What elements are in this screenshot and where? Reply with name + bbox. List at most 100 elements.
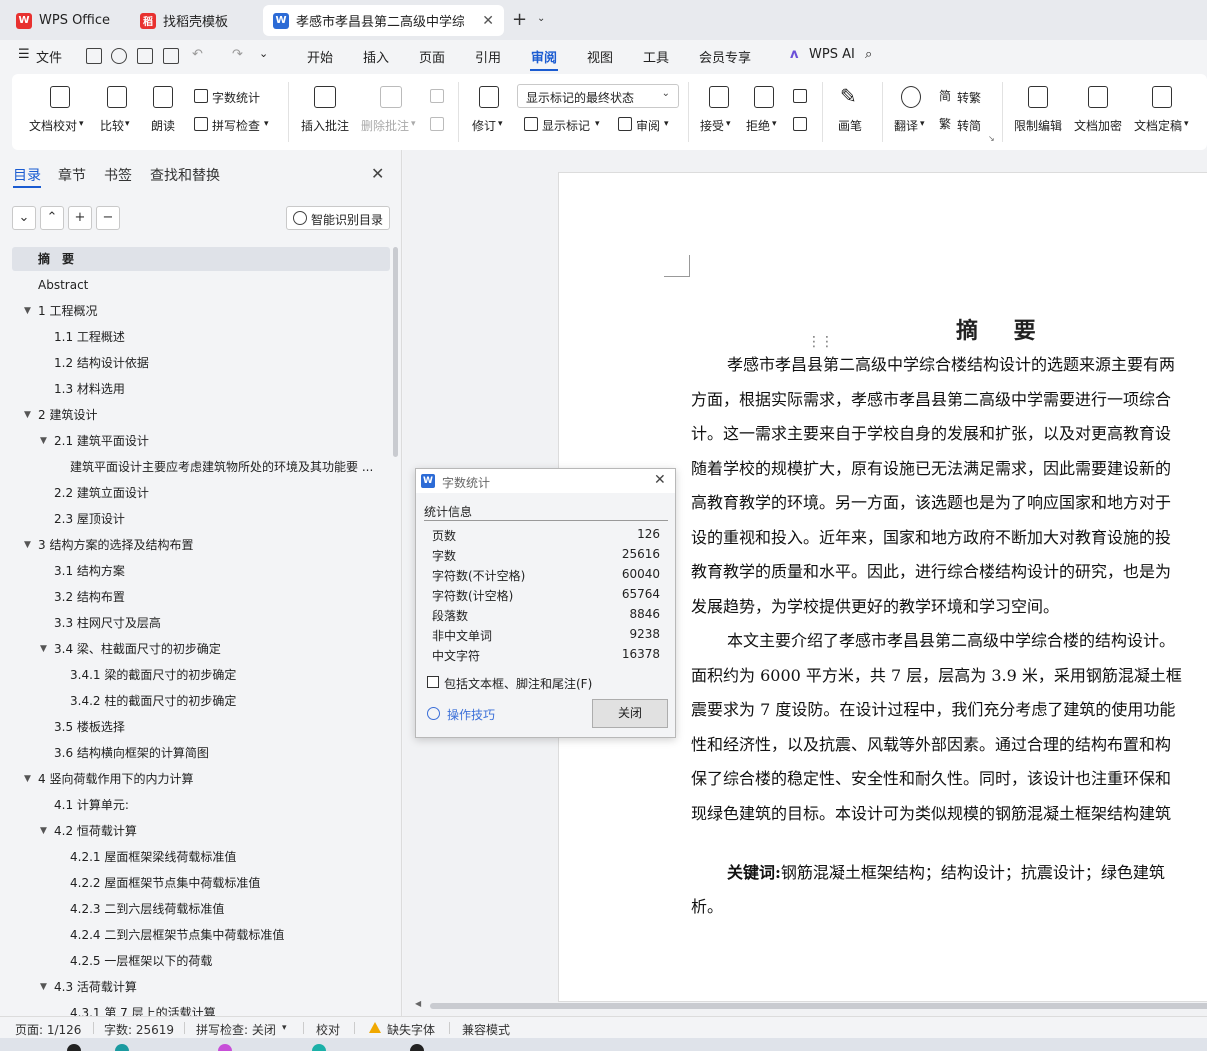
chevron-down-icon[interactable]: ⌄: [537, 13, 545, 24]
scroll-left-icon[interactable]: ◀: [415, 999, 421, 1008]
search-icon[interactable]: ⌕: [865, 47, 872, 62]
menu-page[interactable]: 页面: [419, 47, 445, 66]
compare-button[interactable]: 比较: [100, 117, 124, 134]
toc-item[interactable]: 4.2.2 屋面框架节点集中荷载标准值: [70, 872, 260, 894]
toc-item[interactable]: 2.3 屋顶设计: [54, 508, 125, 530]
save-icon[interactable]: [86, 48, 102, 64]
close-icon[interactable]: ✕: [371, 164, 384, 183]
accept-button[interactable]: 接受: [700, 117, 724, 134]
chevron-down-icon[interactable]: ▾: [125, 119, 130, 129]
proof-indicator[interactable]: 校对: [316, 1021, 340, 1038]
drag-handle-icon[interactable]: ⋮⋮: [807, 334, 834, 350]
tab-wps-office[interactable]: W WPS Office: [6, 5, 124, 36]
chevron-down-icon[interactable]: ▾: [264, 119, 269, 129]
hamburger-icon[interactable]: ☰: [18, 47, 30, 62]
tab-template[interactable]: 稻 找稻壳模板: [130, 5, 256, 36]
caret-down-icon[interactable]: ▼: [24, 540, 31, 550]
print-icon[interactable]: [137, 48, 153, 64]
undo-icon[interactable]: ↶: [192, 47, 203, 62]
toc-item[interactable]: 1.1 工程概述: [54, 326, 125, 348]
horizontal-scrollbar[interactable]: ◀: [415, 999, 1207, 1010]
toc-item[interactable]: 4.2.5 一层框架以下的荷载: [70, 950, 212, 972]
close-icon[interactable]: ✕: [654, 472, 666, 488]
toc-item[interactable]: 2.1 建筑平面设计: [54, 430, 149, 452]
to-simplified-button[interactable]: 转简: [957, 117, 981, 134]
word-count-indicator[interactable]: 字数: 25619: [104, 1021, 174, 1038]
toc-item[interactable]: 3 结构方案的选择及结构布置: [38, 534, 193, 556]
pen-icon[interactable]: ✎: [840, 84, 857, 108]
toc-item[interactable]: 4.2.3 二到六层线荷载标准值: [70, 898, 224, 920]
menu-member[interactable]: 会员专享: [699, 47, 751, 66]
redo-icon[interactable]: ↷: [232, 47, 243, 62]
toc-item[interactable]: 1.2 结构设计依据: [54, 352, 149, 374]
track-changes-button[interactable]: 修订: [472, 117, 496, 134]
previous-change-icon[interactable]: [793, 89, 807, 103]
chevron-down-icon[interactable]: ▾: [79, 119, 84, 129]
menu-file[interactable]: 文件: [36, 47, 62, 66]
doc-check-button[interactable]: 文档校对: [29, 117, 77, 134]
menu-review[interactable]: 审阅: [531, 47, 557, 66]
finalize-button[interactable]: 文档定稿: [1134, 117, 1182, 134]
taskbar-app-icon[interactable]: [218, 1044, 232, 1051]
tab-document[interactable]: W 孝感市孝昌县第二高级中学综合 ✕: [263, 5, 504, 36]
toc-item[interactable]: 3.1 结构方案: [54, 560, 125, 582]
chevron-up-icon[interactable]: ⌃: [40, 206, 64, 230]
new-tab-icon[interactable]: +: [512, 9, 527, 30]
toc-item[interactable]: 4.2 恒荷载计算: [54, 820, 137, 842]
nav-tab-bookmarks[interactable]: 书签: [104, 165, 132, 185]
nav-tab-chapters[interactable]: 章节: [58, 165, 86, 185]
reject-button[interactable]: 拒绝: [746, 117, 770, 134]
menu-view[interactable]: 视图: [587, 47, 613, 66]
simplified-icon[interactable]: 繁: [939, 115, 951, 132]
review-pane-button[interactable]: 审阅: [636, 117, 660, 134]
caret-down-icon[interactable]: ▼: [24, 410, 31, 420]
traditional-icon[interactable]: 简: [939, 87, 951, 104]
taskbar-app-icon[interactable]: [115, 1044, 129, 1051]
menu-wps-ai[interactable]: WPS AI: [809, 47, 855, 62]
read-aloud-button[interactable]: 朗读: [151, 117, 175, 134]
toc-item[interactable]: 4 竖向荷载作用下的内力计算: [38, 768, 193, 790]
toc-item[interactable]: Abstract: [38, 274, 88, 296]
caret-down-icon[interactable]: ▼: [24, 306, 31, 316]
caret-down-icon[interactable]: ▼: [40, 982, 47, 992]
compare-icon[interactable]: [107, 86, 127, 108]
toc-item[interactable]: 4.1 计算单元:: [54, 794, 129, 816]
chevron-down-icon[interactable]: ▾: [595, 119, 600, 129]
nav-tab-find-replace[interactable]: 查找和替换: [150, 165, 220, 185]
play-icon[interactable]: [427, 707, 440, 720]
dialog-titlebar[interactable]: W 字数统计 ✕: [416, 469, 675, 493]
include-textbox-label[interactable]: 包括文本框、脚注和尾注(F): [444, 675, 592, 692]
toc-item[interactable]: 3.4.1 梁的截面尺寸的初步确定: [70, 664, 236, 686]
chevron-down-icon[interactable]: ▾: [726, 119, 731, 129]
reject-icon[interactable]: [754, 86, 774, 108]
spell-check-icon[interactable]: [194, 117, 208, 131]
menu-insert[interactable]: 插入: [363, 47, 389, 66]
caret-down-icon[interactable]: ▼: [40, 644, 47, 654]
smart-toc-button[interactable]: 智能识别目录: [286, 206, 390, 230]
toc-item[interactable]: 4.2.4 二到六层框架节点集中荷载标准值: [70, 924, 284, 946]
print-preview-icon[interactable]: [163, 48, 179, 64]
taskbar-app-icon[interactable]: [410, 1044, 424, 1051]
read-aloud-icon[interactable]: [153, 86, 173, 108]
chevron-down-icon[interactable]: ▾: [664, 119, 669, 129]
chevron-down-icon[interactable]: ⌄: [12, 206, 36, 230]
caret-down-icon[interactable]: ▼: [40, 436, 47, 446]
toc-item[interactable]: 3.6 结构横向框架的计算简图: [54, 742, 209, 764]
toc-item[interactable]: 3.3 柱网尺寸及层高: [54, 612, 161, 634]
wps-ai-icon[interactable]: ʌ: [790, 47, 798, 62]
taskbar-app-icon[interactable]: [312, 1044, 326, 1051]
word-count-icon[interactable]: [194, 89, 208, 103]
toc-item[interactable]: 2 建筑设计: [38, 404, 97, 426]
chevron-down-icon[interactable]: ▾: [920, 119, 925, 129]
pen-button[interactable]: 画笔: [838, 117, 862, 134]
show-marks-icon[interactable]: [524, 117, 538, 131]
insert-comment-button[interactable]: 插入批注: [301, 117, 349, 134]
next-change-icon[interactable]: [793, 117, 807, 131]
chevron-down-icon[interactable]: ⌄: [259, 47, 268, 60]
encrypt-icon[interactable]: [1088, 86, 1108, 108]
chevron-down-icon[interactable]: ▾: [282, 1023, 287, 1033]
toc-item[interactable]: 3.5 楼板选择: [54, 716, 125, 738]
translate-button[interactable]: 翻译: [894, 117, 918, 134]
show-marks-button[interactable]: 显示标记: [542, 117, 590, 134]
display-mode-select[interactable]: 显示标记的最终状态 ⌄: [517, 84, 679, 108]
